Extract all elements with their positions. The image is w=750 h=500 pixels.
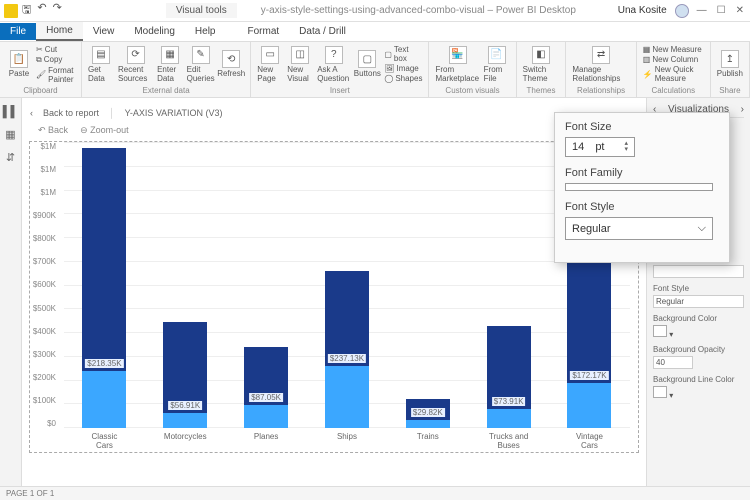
back-to-report-link[interactable]: Back to report (43, 108, 99, 118)
quick-access-toolbar: 🖫 ↶ ↷ (22, 1, 62, 20)
page-title: Y-AXIS VARIATION (V3) (125, 108, 223, 118)
manage-relationships-button[interactable]: ⇄Manage Relationships (572, 46, 629, 83)
tab-modeling[interactable]: Modeling (124, 23, 185, 40)
switch-theme-button[interactable]: ◧Switch Theme (523, 46, 560, 83)
new-page-button[interactable]: ▭New Page (257, 46, 283, 83)
contextual-tab-label: Visual tools (166, 3, 237, 18)
from-file-button[interactable]: 📄From File (484, 46, 510, 83)
formatting-popup: Font Size 14 pt ▴▾ Font Family Font Styl… (554, 112, 730, 263)
chart-visual[interactable]: $1M$1M$1M$900K$800K$700K$600K$500K$400K$… (30, 142, 638, 452)
tab-view[interactable]: View (83, 23, 125, 40)
edit-queries-button[interactable]: ✎Edit Queries (187, 46, 214, 83)
from-marketplace-button[interactable]: 🏪From Marketplace (435, 46, 479, 83)
paste-button[interactable]: 📋Paste (6, 50, 32, 78)
rp-bg-opacity-input[interactable]: 40 (653, 356, 693, 369)
x-axis-labels: Classic CarsMotorcyclesPlanesShipsTrains… (64, 432, 630, 452)
minimize-button[interactable]: — (697, 5, 707, 16)
recent-sources-button[interactable]: ⟳Recent Sources (118, 46, 153, 83)
shapes-button[interactable]: ◯ Shapes (384, 74, 422, 83)
status-page-indicator: PAGE 1 OF 1 (6, 489, 54, 498)
close-button[interactable]: ✕ (736, 5, 744, 16)
y-axis-labels: $1M$1M$1M$900K$800K$700K$600K$500K$400K$… (30, 142, 60, 428)
image-button[interactable]: 🖼 Image (384, 64, 418, 73)
popup-font-style-select[interactable]: Regular⌵ (565, 217, 713, 240)
maximize-button[interactable]: ☐ (717, 5, 726, 16)
popup-font-family-label: Font Family (565, 167, 713, 179)
buttons-button[interactable]: ▢Buttons (354, 50, 380, 78)
tab-help[interactable]: Help (185, 23, 226, 40)
popup-font-size-label: Font Size (565, 121, 713, 133)
chart-bars: $218.35K$56.91K$87.05K$237.13K$29.82K$73… (64, 142, 630, 428)
popup-font-style-label: Font Style (565, 201, 713, 213)
cut-button[interactable]: ✂ Cut (36, 45, 57, 54)
rp-font-style-select[interactable]: Regular (653, 295, 744, 308)
tab-format[interactable]: Format (237, 23, 289, 40)
user-name: Una Kosite (618, 5, 667, 16)
ribbon: 📋Paste ✂ Cut ⧉ Copy 🖌 Format Painter Cli… (0, 42, 750, 98)
new-measure-button[interactable]: ▦ New Measure (643, 45, 702, 54)
copy-button[interactable]: ⧉ Copy (36, 55, 62, 65)
chevron-down-icon: ⌵ (698, 222, 706, 235)
tab-data-drill[interactable]: Data / Drill (289, 23, 356, 40)
left-nav-rail: ▌▌ ▦ ⇵ (0, 98, 22, 486)
document-title: y-axis-style-settings-using-advanced-com… (261, 5, 576, 16)
tab-file[interactable]: File (0, 23, 36, 40)
redo-icon[interactable]: ↷ (53, 1, 62, 20)
new-quick-measure-button[interactable]: ⚡ New Quick Measure (643, 65, 704, 83)
chevron-left-icon: ‹ (30, 108, 33, 118)
model-view-icon[interactable]: ⇵ (6, 151, 15, 164)
ask-question-button[interactable]: ?Ask A Question (317, 46, 350, 83)
rp-font-family-input[interactable] (653, 265, 744, 278)
new-column-button[interactable]: ▥ New Column (643, 55, 698, 64)
data-view-icon[interactable]: ▦ (5, 128, 15, 141)
publish-button[interactable]: ↥Publish (717, 50, 743, 78)
rp-bg-color-swatch[interactable] (653, 325, 667, 337)
rp-bg-line-swatch[interactable] (653, 386, 667, 398)
zoom-out-button[interactable]: ⊖ Zoom-out (80, 125, 129, 136)
textbox-button[interactable]: ▢ Text box (384, 45, 422, 63)
popup-font-family-input[interactable] (565, 183, 713, 191)
new-visual-button[interactable]: ◫New Visual (287, 46, 313, 83)
get-data-button[interactable]: ▤Get Data (88, 46, 114, 83)
save-icon[interactable]: 🖫 (22, 1, 31, 20)
format-painter-button[interactable]: 🖌 Format Painter (36, 66, 75, 84)
popup-font-size-input[interactable]: 14 pt ▴▾ (565, 137, 635, 157)
chart-back-button[interactable]: ↶ Back (38, 125, 68, 136)
app-icon (4, 4, 18, 18)
stepper-down-icon[interactable]: ▾ (624, 147, 628, 153)
user-avatar[interactable] (675, 4, 689, 18)
tab-home[interactable]: Home (36, 22, 83, 41)
refresh-button[interactable]: ⟲Refresh (218, 50, 244, 78)
enter-data-button[interactable]: ▦Enter Data (157, 46, 183, 83)
report-view-icon[interactable]: ▌▌ (3, 106, 19, 118)
ribbon-tabs: File Home View Modeling Help Format Data… (0, 22, 750, 42)
undo-icon[interactable]: ↶ (37, 1, 46, 20)
